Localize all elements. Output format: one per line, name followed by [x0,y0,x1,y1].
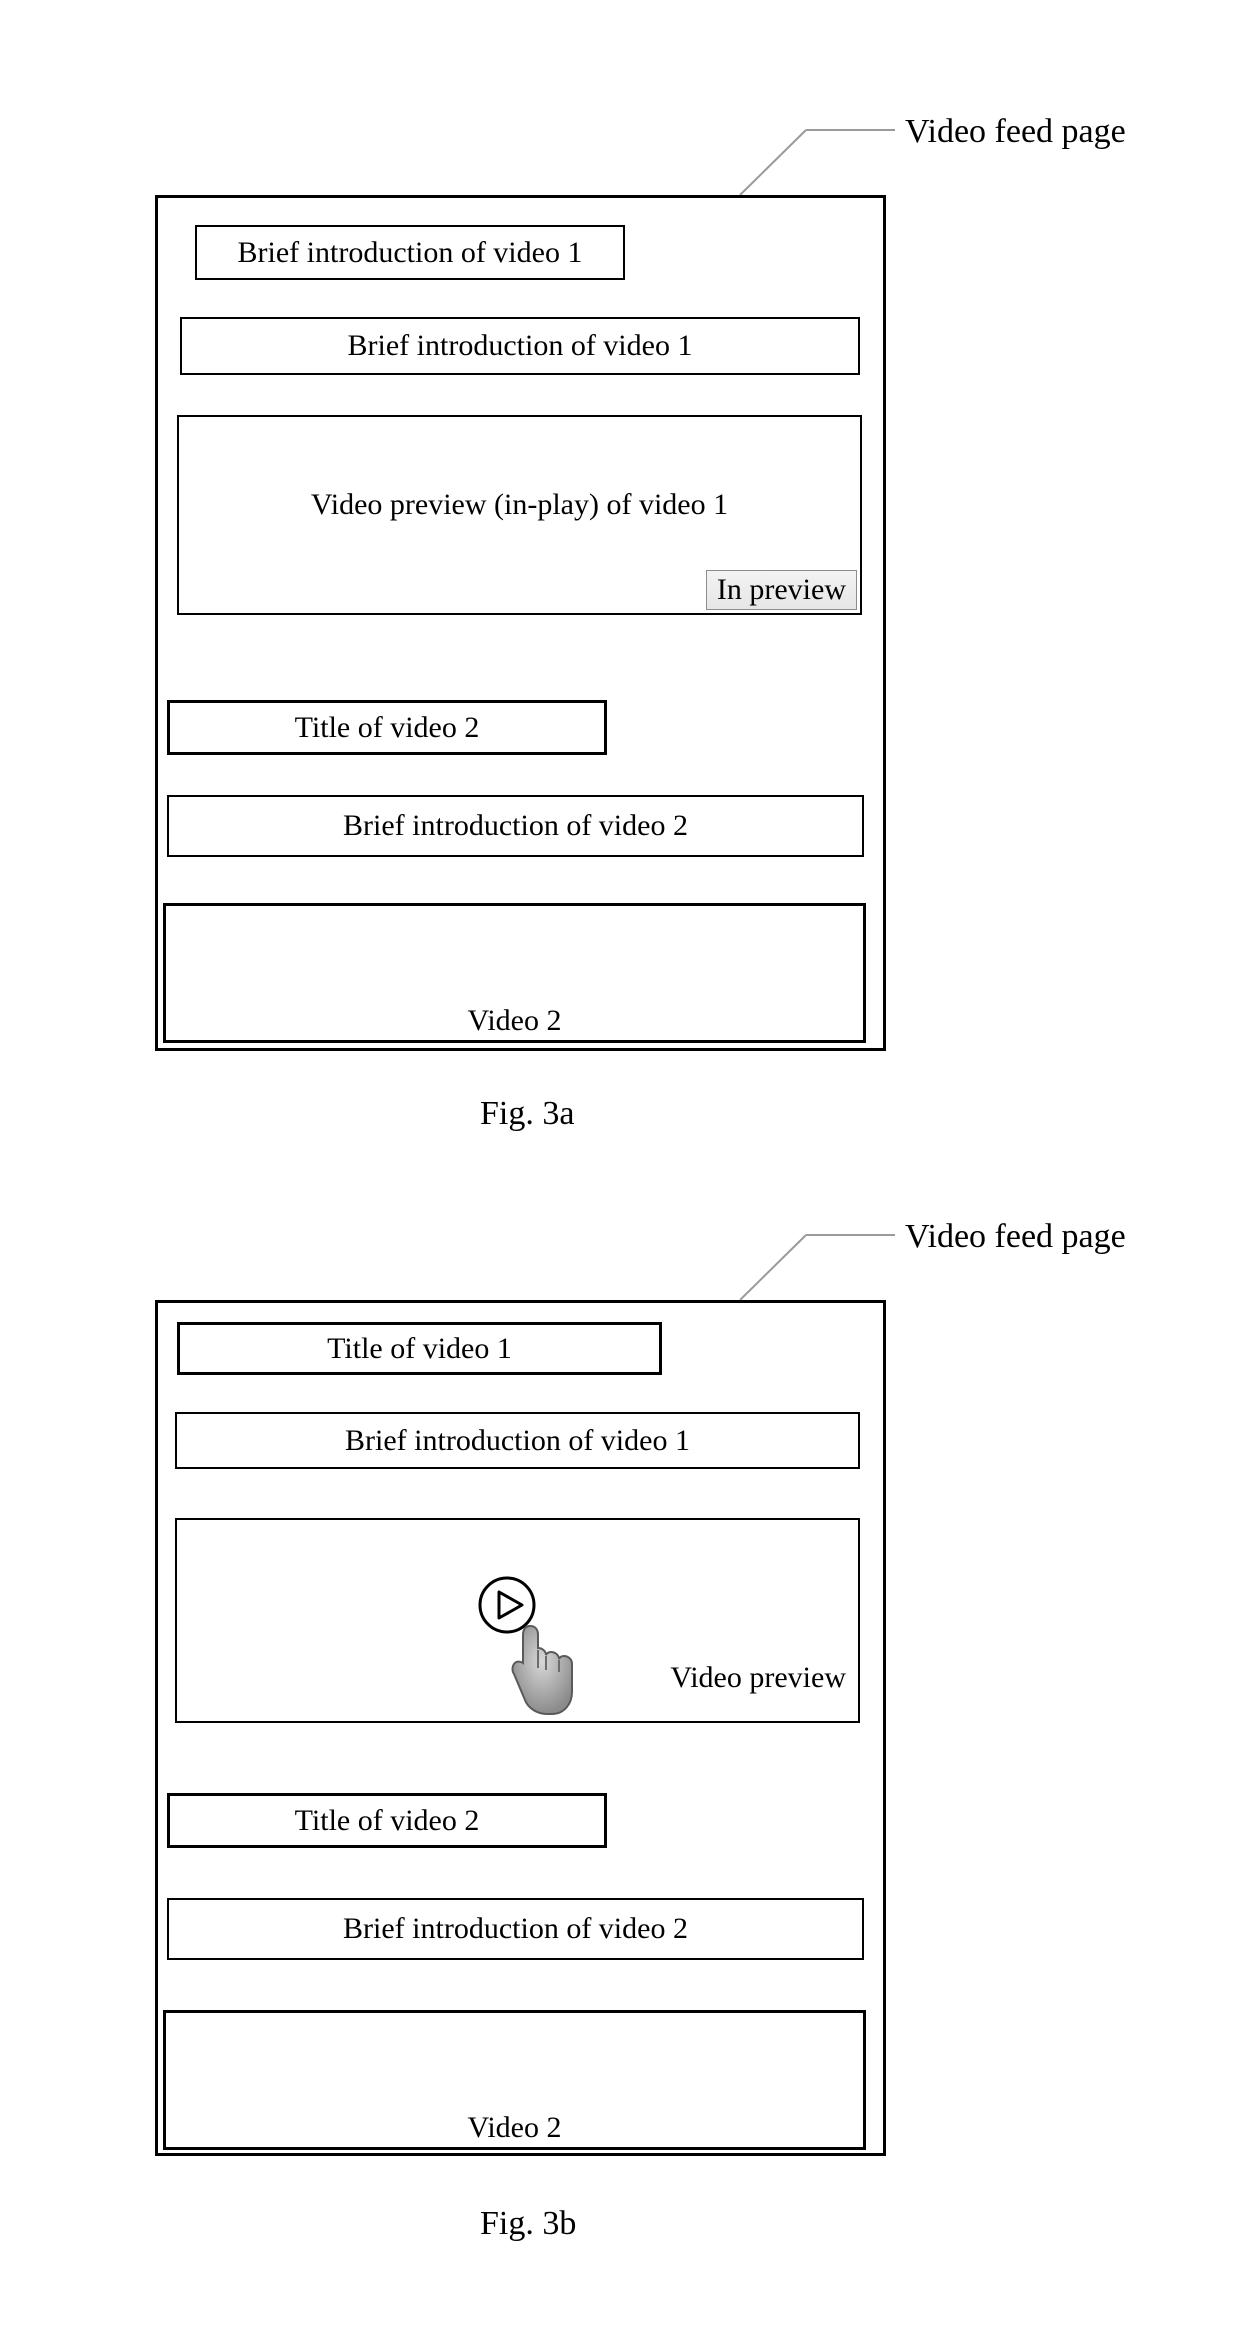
title1-text-b: Title of video 1 [327,1332,512,1366]
video-preview-label: Video preview [670,1661,846,1695]
intro2-text-b: Brief introduction of video 2 [343,1912,688,1946]
intro1-text-b: Brief introduction of video 1 [345,1424,690,1458]
page: Video feed page Brief introduction of vi… [0,0,1240,2351]
leader-line-b [0,0,1240,1400]
preview-box-b[interactable]: Video preview [175,1518,860,1723]
title2-text-b: Title of video 2 [295,1804,480,1838]
video2-box-b[interactable]: Video 2 [163,2010,866,2150]
title2-box-b: Title of video 2 [167,1793,607,1848]
intro2-box-b: Brief introduction of video 2 [167,1898,864,1960]
hand-pointer-icon [492,1618,582,1728]
title1-box-b: Title of video 1 [177,1322,662,1375]
fig-caption-b: Fig. 3b [480,2205,576,2243]
intro1-box-b: Brief introduction of video 1 [175,1412,860,1469]
video2-text-b: Video 2 [467,2111,561,2145]
